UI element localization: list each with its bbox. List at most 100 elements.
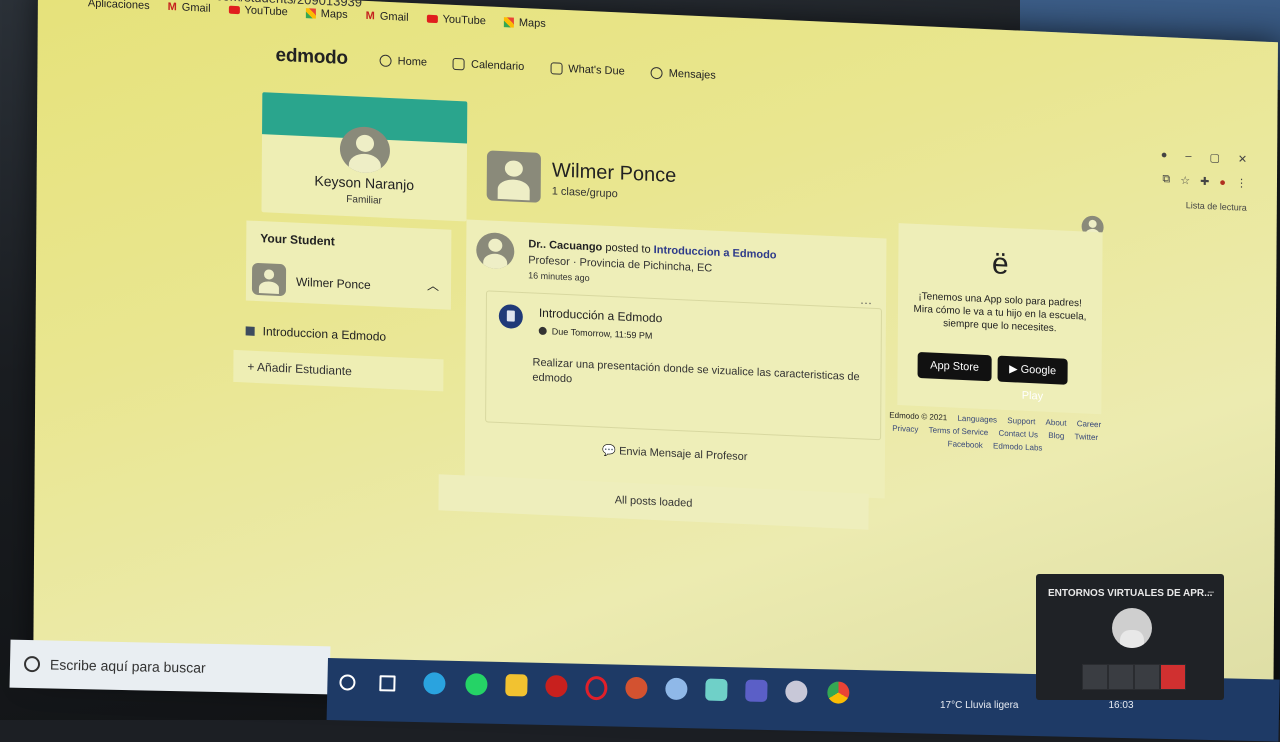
footer-link[interactable]: About: [1046, 418, 1067, 428]
edmodo-logo[interactable]: edmodo: [276, 45, 348, 70]
extensions-icon[interactable]: ✚: [1200, 175, 1209, 188]
opera-icon[interactable]: [585, 676, 608, 700]
profile-icon[interactable]: ●: [1219, 176, 1226, 188]
call-controls: [1082, 664, 1186, 690]
translate-icon[interactable]: ⧉: [1162, 173, 1170, 186]
window-controls: ● – ▢ ✕: [1161, 149, 1247, 166]
footer-link[interactable]: Privacy: [892, 424, 918, 434]
clock[interactable]: 16:03: [1109, 700, 1134, 711]
maps-icon: [306, 8, 316, 18]
footer-link[interactable]: Facebook: [948, 439, 983, 450]
bookmark-gmail[interactable]: MGmail: [366, 10, 409, 24]
bookmark-apps[interactable]: Aplicaciones: [88, 0, 150, 12]
cortana-icon[interactable]: [339, 674, 355, 690]
telegram-icon[interactable]: [423, 672, 445, 694]
nav-calendario[interactable]: Calendario: [453, 58, 524, 73]
page-subtitle: 1 clase/grupo: [552, 185, 618, 200]
app-teal-icon[interactable]: [705, 679, 727, 701]
taskbar-search-input[interactable]: Escribe aquí para buscar: [10, 640, 331, 695]
post-author-avatar[interactable]: [476, 232, 514, 270]
camera-icon[interactable]: [1082, 664, 1108, 690]
account-icon[interactable]: ●: [1161, 149, 1168, 162]
powerpoint-icon[interactable]: [625, 677, 647, 699]
gmail-icon: M: [168, 1, 177, 13]
chat-icon: 💬: [602, 445, 619, 458]
add-student-button[interactable]: + Añadir Estudiante: [233, 350, 443, 392]
menu-icon[interactable]: ⋮: [1236, 176, 1247, 189]
reading-list[interactable]: Lista de lectura: [1186, 200, 1247, 213]
bookmark-youtube[interactable]: YouTube: [427, 13, 486, 28]
maps-icon: [504, 17, 514, 27]
system-tray: 17°C Lluvia ligera 16:03: [940, 700, 1134, 711]
nav-whats-due[interactable]: What's Due: [550, 62, 625, 77]
nav-home[interactable]: Home: [380, 55, 427, 69]
star-icon[interactable]: ☆: [1180, 174, 1190, 187]
call-title: ENTORNOS VIRTUALES DE APR...: [1048, 588, 1212, 599]
app-promo-card: ë ¡Tenemos una App solo para padres! Mir…: [897, 223, 1102, 414]
edmodo-e-logo: ë: [898, 243, 1102, 286]
minimize-icon[interactable]: –: [1208, 586, 1214, 598]
page-title: Wilmer Ponce: [552, 159, 677, 188]
app-cloud-icon[interactable]: [785, 680, 807, 702]
bookmark-maps[interactable]: Maps: [504, 16, 546, 30]
bookmark-youtube[interactable]: YouTube: [229, 4, 288, 19]
footer-copyright: Edmodo © 2021: [889, 411, 947, 423]
footer-links: Edmodo © 2021 Languages Support About Ca…: [885, 408, 1105, 457]
close-icon[interactable]: ✕: [1238, 152, 1247, 165]
google-play-button[interactable]: ▶ Google Play: [998, 356, 1068, 385]
footer-link[interactable]: Career: [1077, 419, 1102, 429]
share-screen-icon[interactable]: [1134, 664, 1160, 690]
app-store-button[interactable]: App Store: [918, 352, 992, 381]
minimize-icon[interactable]: –: [1185, 150, 1191, 163]
footer-link[interactable]: Contact Us: [998, 429, 1038, 440]
clock-icon: [539, 327, 547, 335]
file-explorer-icon[interactable]: [505, 674, 527, 696]
mic-muted-icon[interactable]: [1108, 664, 1134, 690]
whatsapp-icon[interactable]: [465, 673, 487, 695]
end-call-button[interactable]: [1160, 664, 1186, 690]
gmail-icon: M: [366, 10, 375, 22]
post-card: Dr.. Cacuango posted to Introduccion a E…: [465, 219, 887, 498]
maximize-icon[interactable]: ▢: [1209, 151, 1219, 164]
student-panel: Your Student Wilmer Ponce ︿: [246, 220, 452, 309]
app-circle-icon[interactable]: [665, 678, 687, 700]
bookmarks-bar: Aplicaciones MGmail YouTube Maps MGmail …: [88, 0, 546, 37]
profile-card: Keyson Naranjo Familiar: [261, 92, 467, 221]
assignment-card[interactable]: Introducción a Edmodo Due Tomorrow, 11:5…: [485, 290, 882, 440]
bookmark-maps[interactable]: Maps: [306, 7, 348, 21]
checklist-icon: [550, 62, 562, 75]
post-timestamp: 16 minutes ago: [528, 270, 590, 283]
chat-icon: [651, 67, 663, 80]
teams-icon[interactable]: [745, 679, 767, 701]
footer-link[interactable]: Languages: [957, 414, 997, 425]
edmodo-nav: edmodo Home Calendario What's Due Mensaj…: [276, 45, 716, 87]
post-author[interactable]: Dr.. Cacuango: [528, 238, 602, 253]
footer-link[interactable]: Support: [1007, 416, 1035, 426]
participant-avatar: [1112, 608, 1152, 648]
assignment-description: Realizar una presentación donde se vizua…: [532, 355, 862, 400]
message-teacher-button[interactable]: 💬 Envia Mensaje al Profesor: [465, 437, 885, 469]
video-call-window[interactable]: ENTORNOS VIRTUALES DE APR... –: [1036, 574, 1224, 700]
assignment-due: Due Tomorrow, 11:59 PM: [539, 326, 653, 341]
chrome-icon[interactable]: [827, 681, 849, 703]
chevron-up-icon[interactable]: ︿: [427, 277, 439, 295]
class-link[interactable]: Introduccion a Edmodo: [246, 323, 387, 343]
bookmark-gmail[interactable]: MGmail: [168, 1, 211, 15]
task-view-icon[interactable]: [379, 675, 395, 691]
browser-toolbar: ⧉ ☆ ✚ ● ⋮: [1162, 173, 1247, 190]
app-red-icon[interactable]: [545, 675, 567, 697]
assignment-title[interactable]: Introducción a Edmodo: [539, 306, 663, 326]
youtube-icon: [427, 15, 438, 23]
footer-link[interactable]: Terms of Service: [929, 425, 989, 437]
footer-link[interactable]: Edmodo Labs: [993, 441, 1042, 452]
weather-status[interactable]: 17°C Lluvia ligera: [940, 700, 1019, 711]
post-class-link[interactable]: Introduccion a Edmodo: [654, 244, 777, 262]
search-icon: [24, 656, 40, 672]
footer-link[interactable]: Twitter: [1075, 432, 1099, 442]
student-header-avatar: [487, 150, 541, 202]
student-name: Wilmer Ponce: [296, 275, 371, 292]
nav-mensajes[interactable]: Mensajes: [651, 67, 716, 82]
student-item[interactable]: Wilmer Ponce ︿: [246, 256, 451, 309]
promo-text: ¡Tenemos una App solo para padres! Mira …: [910, 290, 1090, 337]
footer-link[interactable]: Blog: [1048, 431, 1064, 441]
